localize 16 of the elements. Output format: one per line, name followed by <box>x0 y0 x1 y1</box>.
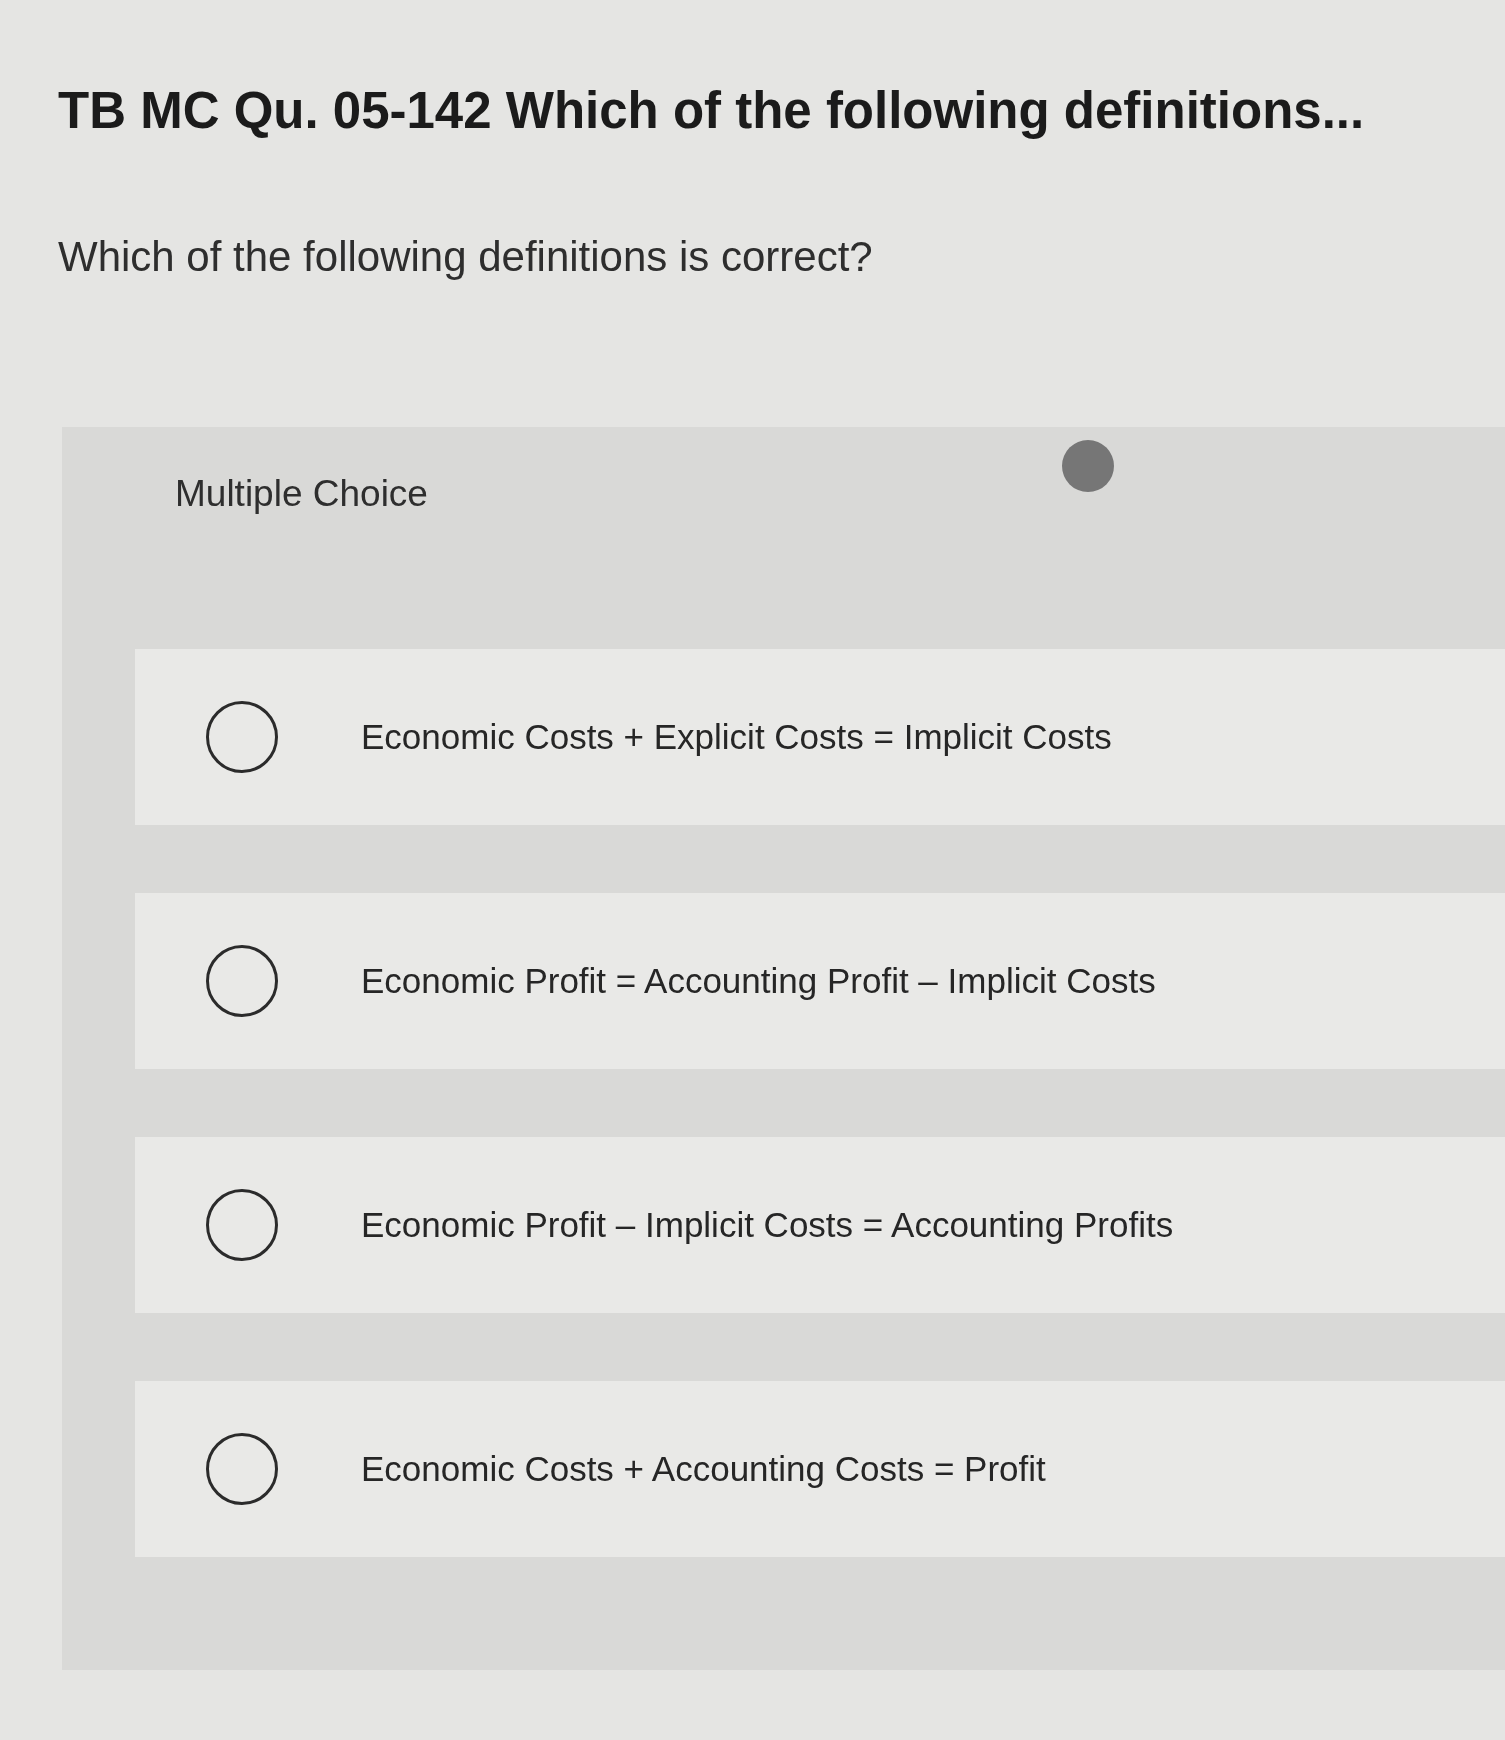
radio-button[interactable] <box>206 701 278 773</box>
dot-icon <box>1062 440 1114 492</box>
radio-button[interactable] <box>206 945 278 1017</box>
question-text: Which of the following definitions is correct? <box>58 232 874 282</box>
option-card[interactable]: Economic Costs + Explicit Costs = Implicit Costs <box>135 649 1505 825</box>
option-card[interactable]: Economic Costs + Accounting Costs = Profit <box>135 1381 1505 1557</box>
option-text: Economic Costs + Accounting Costs = Profit <box>361 1448 1046 1490</box>
radio-button[interactable] <box>206 1189 278 1261</box>
option-card[interactable]: Economic Profit = Accounting Profit – Implicit Costs <box>135 893 1505 1069</box>
question-title: TB MC Qu. 05-142 Which of the following definitions... <box>58 81 1366 141</box>
option-text: Economic Profit = Accounting Profit – Implicit Costs <box>361 960 1156 1002</box>
option-text: Economic Profit – Implicit Costs = Accounting Profits <box>361 1204 1174 1246</box>
radio-button[interactable] <box>206 1433 278 1505</box>
panel-label: Multiple Choice <box>175 472 428 516</box>
option-card[interactable]: Economic Profit – Implicit Costs = Accounting Profits <box>135 1137 1505 1313</box>
option-text: Economic Costs + Explicit Costs = Implicit Costs <box>361 716 1112 758</box>
